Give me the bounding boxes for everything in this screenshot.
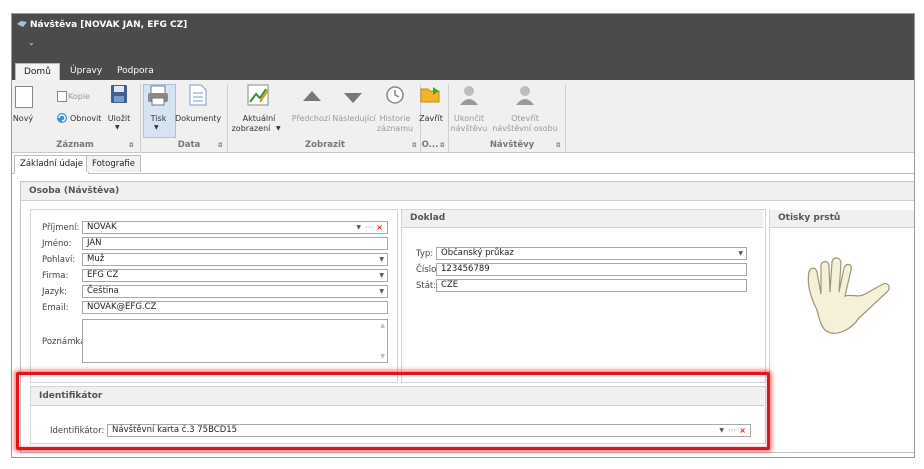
group-label-zaznam: Záznam (56, 140, 94, 150)
stat-field[interactable]: CZE (436, 279, 747, 292)
open-visitor-person-icon (516, 86, 534, 105)
group-label-navstevy: Návštěvy (489, 140, 535, 150)
scroll-up-icon[interactable]: ▲ (380, 322, 385, 329)
group-launcher-icon[interactable]: ◘ (412, 142, 417, 149)
printer-icon (148, 85, 168, 106)
dokumenty-button[interactable]: Dokumenty (175, 114, 221, 124)
cislo-field[interactable]: 123456789 (436, 263, 747, 276)
email-value: NOVAK@EFG.CZ (87, 302, 157, 312)
copy-icon (57, 91, 67, 102)
quick-access-dropdown[interactable]: ⌄ (28, 38, 35, 47)
jmeno-field[interactable]: JAN (82, 237, 388, 250)
chevron-down-icon[interactable]: ▼ (379, 254, 384, 265)
firma-value: EFG CZ (87, 270, 119, 280)
novy-button[interactable]: Nový (12, 114, 34, 124)
group-label-data: Data (177, 140, 201, 150)
pohlavi-select[interactable]: Muž ▼ (82, 253, 388, 266)
ulozit-dropdown-icon[interactable]: ▼ (115, 123, 120, 133)
tab-fotografie[interactable]: Fotografie (86, 155, 142, 172)
group-launcher-icon[interactable]: ◘ (556, 142, 561, 149)
typ-label: Typ: (416, 249, 434, 259)
next-arrow-icon (344, 93, 362, 103)
aktualni-zobrazeni-label-2[interactable]: zobrazení (226, 124, 276, 134)
aktualni-zobrazeni-label-1[interactable]: Aktuální (234, 114, 284, 124)
aktualni-dropdown-icon[interactable]: ▼ (276, 124, 281, 134)
close-folder-icon (420, 87, 440, 103)
red-highlight-box (16, 372, 770, 450)
group-label-o: O... (421, 140, 439, 150)
stat-label: Stát: (416, 281, 437, 291)
ribbon-separator (140, 84, 141, 152)
scroll-down-icon[interactable]: ▼ (380, 353, 385, 360)
firma-label: Firma: (42, 271, 69, 281)
tab-zakladni-udaje[interactable]: Základní údaje (14, 155, 89, 174)
stat-value: CZE (441, 280, 459, 290)
title-bar: Návštěva [NOVAK JAN, EFG CZ] ⌄ (12, 14, 914, 62)
prijmeni-value: NOVAK (87, 222, 117, 232)
otevrit-label-2[interactable]: návštěvní osobu (492, 124, 558, 134)
email-label: Email: (42, 303, 69, 313)
cislo-value: 123456789 (441, 264, 490, 274)
nasledujici-button[interactable]: Následující (330, 114, 378, 124)
obnovit-button[interactable]: Obnovit (70, 114, 101, 124)
group-launcher-icon[interactable]: ◘ (129, 142, 134, 149)
chevron-down-icon[interactable]: ▼ (356, 222, 361, 233)
content-tab-strip (12, 153, 914, 174)
jazyk-value: Čeština (87, 286, 119, 296)
group-launcher-icon[interactable]: ◘ (218, 142, 223, 149)
chevron-down-icon[interactable]: ▼ (379, 270, 384, 281)
otevrit-label-1[interactable]: Otevřít (492, 114, 558, 124)
menu-tab-domu[interactable]: Domů (15, 63, 60, 81)
jmeno-label: Jméno: (42, 239, 72, 249)
otisky-panel-title: Otisky prstů (770, 210, 914, 228)
jmeno-value: JAN (87, 238, 102, 248)
hand-fingerprint-icon[interactable] (799, 254, 891, 342)
predchozi-button[interactable]: Předchozí (287, 114, 335, 124)
chevron-down-icon[interactable]: ▼ (738, 248, 743, 259)
menu-tab-upravy[interactable]: Úpravy (62, 63, 110, 80)
doklad-panel (401, 209, 766, 383)
more-dots-icon[interactable]: ··· (365, 222, 373, 233)
pohlavi-value: Muž (87, 254, 105, 264)
menu-tab-podpora[interactable]: Podpora (109, 63, 162, 80)
history-clock-icon (386, 86, 404, 104)
email-field[interactable]: NOVAK@EFG.CZ (82, 301, 388, 314)
historie-label-1[interactable]: Historie (375, 114, 415, 124)
window-title: Návštěva [NOVAK JAN, EFG CZ] (30, 20, 188, 30)
ukoncit-label-2[interactable]: návštěvu (449, 124, 489, 134)
poznamka-textarea[interactable]: ▲ ▼ (82, 319, 388, 363)
app-icon (17, 21, 27, 27)
ukoncit-label-1[interactable]: Ukončit (449, 114, 489, 124)
end-visit-person-icon (460, 86, 478, 105)
osoba-panel-title: Osoba (Návštěva) (21, 182, 914, 201)
jazyk-label: Jazyk: (42, 287, 67, 297)
jazyk-select[interactable]: Čeština ▼ (82, 285, 388, 298)
kopie-button[interactable]: Kopie (68, 92, 90, 102)
chevron-down-icon[interactable]: ▼ (379, 286, 384, 297)
group-launcher-icon[interactable]: ◘ (440, 142, 445, 149)
prijmeni-field[interactable]: NOVAK ▼ ··· × (82, 221, 388, 234)
new-document-icon (15, 86, 33, 108)
prijmeni-label: Příjmení: (42, 223, 80, 233)
documents-icon (189, 84, 207, 106)
group-label-zobrazit: Zobrazit (305, 140, 345, 150)
doklad-panel-title: Doklad (402, 210, 763, 228)
refresh-icon (57, 113, 67, 123)
firma-select[interactable]: EFG CZ ▼ (82, 269, 388, 282)
clear-x-icon[interactable]: × (376, 222, 383, 233)
ribbon-separator (227, 84, 228, 152)
previous-arrow-icon (303, 91, 321, 101)
current-view-icon (247, 84, 269, 106)
pohlavi-label: Pohlaví: (42, 255, 76, 265)
tisk-dropdown-icon[interactable]: ▼ (154, 123, 159, 133)
typ-value: Občanský průkaz (441, 248, 514, 258)
save-icon (111, 85, 127, 103)
historie-label-2[interactable]: záznamu (375, 124, 415, 134)
ribbon-separator (565, 84, 566, 152)
typ-select[interactable]: Občanský průkaz ▼ (436, 247, 747, 260)
zavrit-button[interactable]: Zavřít (417, 114, 445, 124)
